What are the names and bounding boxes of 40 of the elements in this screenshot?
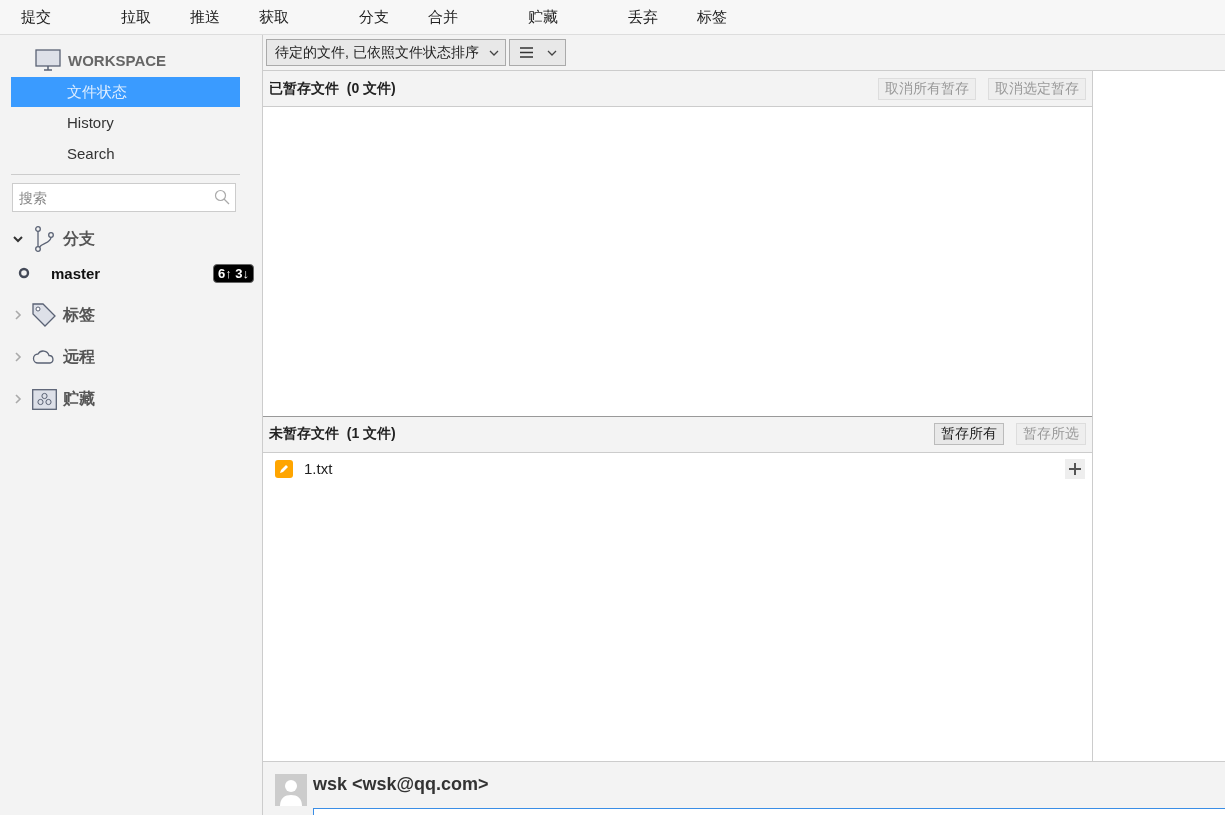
panel-title: 未暂存文件 (1 文件) [269,425,397,443]
search-field[interactable]: 搜索 [12,183,236,212]
plus-icon [1069,462,1081,475]
section-label[interactable]: 标签 [63,304,95,326]
ring-icon [18,267,30,279]
toolbar-button[interactable]: 标签 [697,7,766,27]
stash-icon [31,388,57,410]
caret-icon [546,49,557,56]
filter-dropdown[interactable]: 待定的文件, 已依照文件状态排序 [266,39,506,66]
cloud-icon [32,349,56,365]
file-name[interactable]: 1.txt [304,460,1054,477]
toolbar-button[interactable]: 获取 [259,7,328,27]
nav-item[interactable]: History [11,108,240,138]
search-icon [214,189,230,205]
pencil-icon [275,459,293,478]
avatar-icon [275,774,307,806]
stage-button[interactable] [1065,458,1085,479]
section-label[interactable]: 贮藏 [63,388,95,410]
section-label[interactable]: 远程 [63,346,95,368]
section-label[interactable]: 分支 [63,228,95,250]
toolbar-button[interactable]: 提交 [21,7,90,27]
toolbar-button[interactable]: 拉取 [121,7,190,27]
toolbar-button[interactable]: 贮藏 [528,7,597,27]
author-name: wsk <wsk@qq.com> [313,774,490,795]
view-mode-button[interactable] [508,39,566,66]
branch-icon [34,226,54,252]
panel-button[interactable]: 暂存所有 [934,423,1004,445]
toolbar-button[interactable]: 合并 [428,7,497,27]
monitor-icon [35,49,61,71]
toolbar-button[interactable]: 丢弃 [628,7,697,27]
caret-icon [488,49,499,56]
list-icon [519,47,533,58]
workspace-title: WORKSPACE [68,51,167,69]
panel-title: 已暂存文件 (0 文件) [269,79,397,98]
toolbar-button[interactable]: 分支 [359,7,428,27]
nav-item[interactable]: Search [11,139,240,169]
tag-icon [31,302,57,328]
branch-name[interactable]: master [51,264,213,282]
ahead-behind-count: 6↑ 3↓ [212,263,254,283]
toolbar-button[interactable]: 推送 [190,7,259,27]
